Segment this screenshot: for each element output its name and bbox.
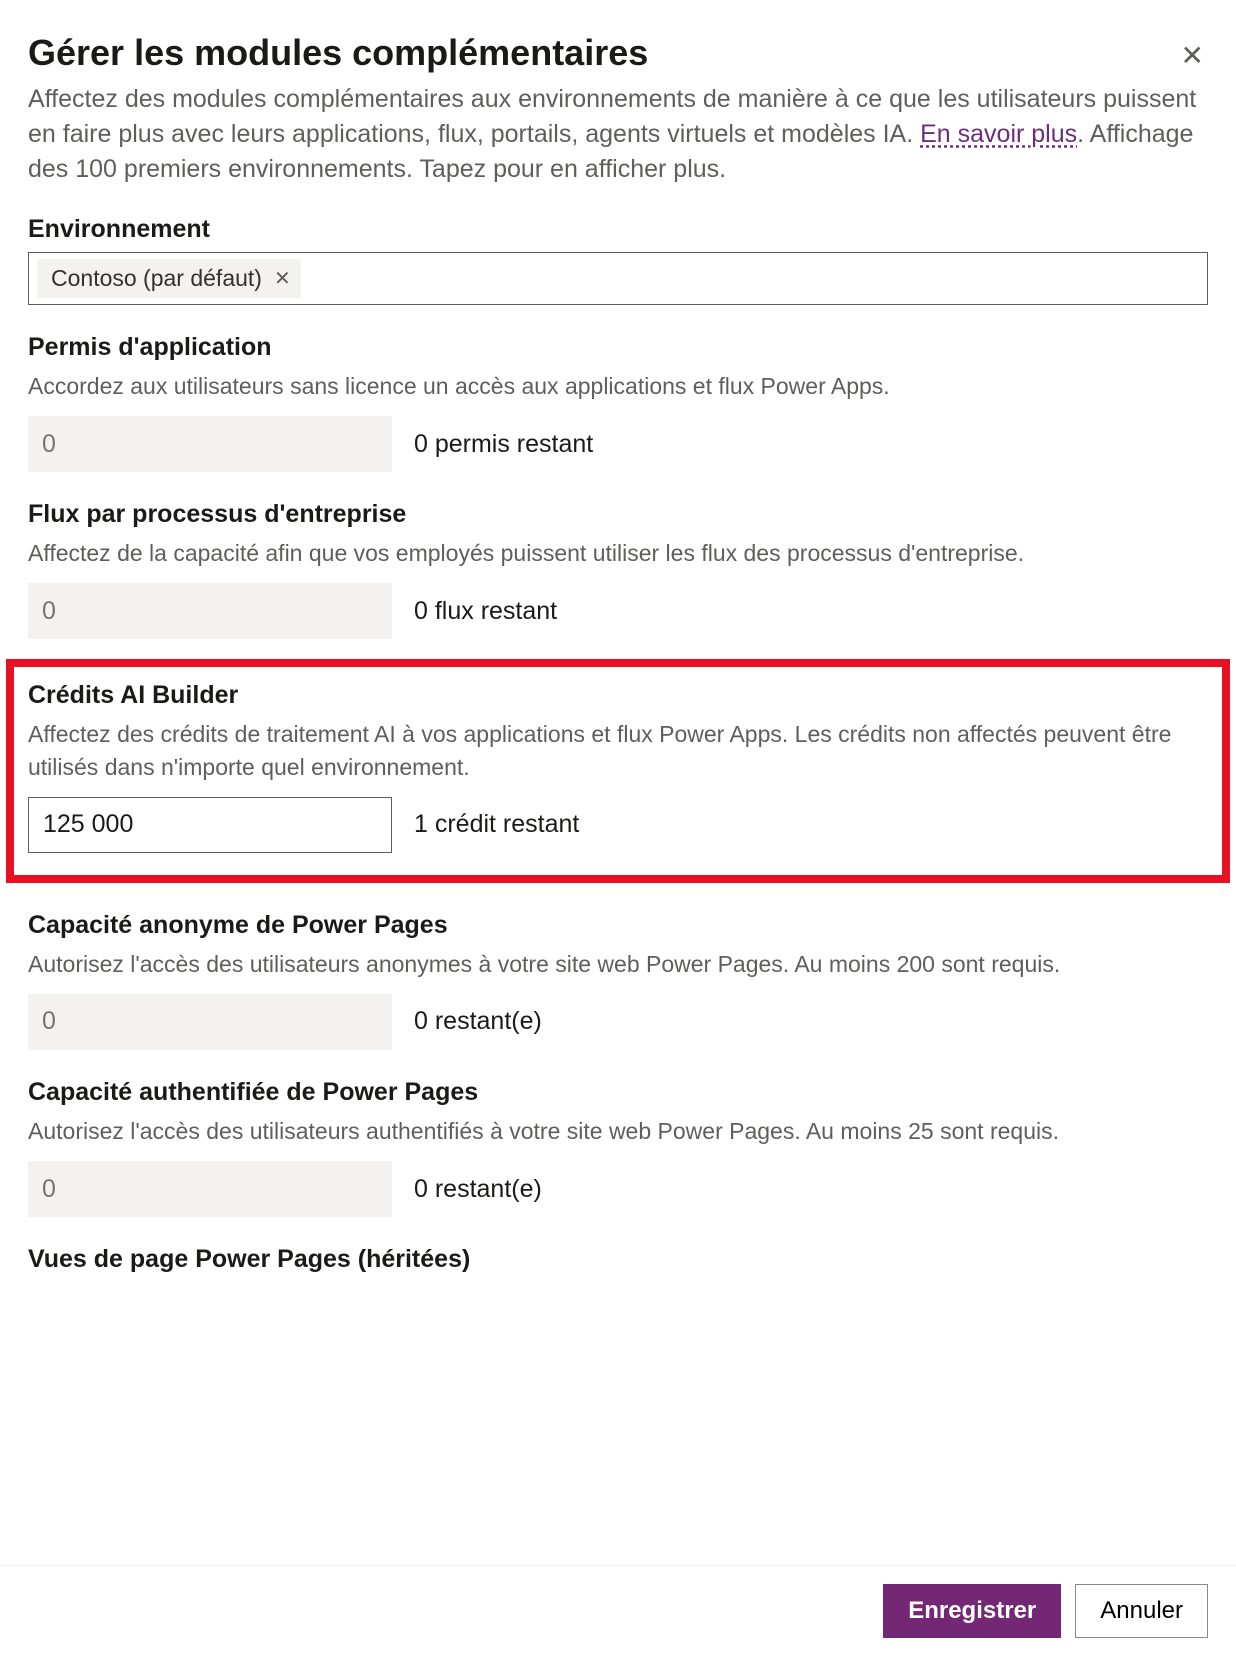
close-button[interactable]: ✕ — [1177, 38, 1208, 74]
field-row: 0 restant(e) — [28, 994, 1208, 1050]
environment-chip-label: Contoso (par défaut) — [51, 265, 262, 292]
addon-section: Permis d'application Accordez aux utilisa… — [28, 333, 1208, 472]
allocation-input — [28, 416, 392, 472]
addon-section: Capacité anonyme de Power Pages Autorisez… — [28, 911, 1208, 1050]
allocation-input — [28, 994, 392, 1050]
remaining-label: 0 restant(e) — [414, 1007, 542, 1036]
allocation-input — [28, 1161, 392, 1217]
section-description: Affectez de la capacité afin que vos emp… — [28, 537, 1208, 569]
field-row: 0 flux restant — [28, 583, 1208, 639]
cancel-button[interactable]: Annuler — [1075, 1584, 1208, 1638]
dialog-title: Gérer les modules complémentaires — [28, 32, 648, 74]
remove-environment-icon[interactable]: ✕ — [274, 269, 291, 289]
addon-section: Crédits AI Builder Affectez des crédits d… — [6, 659, 1230, 882]
section-title: Crédits AI Builder — [28, 681, 1208, 710]
dialog-intro: Affectez des modules complémentaires aux… — [28, 82, 1208, 187]
close-icon: ✕ — [1181, 40, 1204, 71]
allocation-input[interactable] — [28, 797, 392, 853]
addon-section: Capacité authentifiée de Power Pages Auto… — [28, 1078, 1208, 1217]
environment-picker[interactable]: Contoso (par défaut) ✕ — [28, 252, 1208, 305]
learn-more-link[interactable]: En savoir plus — [920, 120, 1077, 148]
section-description: Autorisez l'accès des utilisateurs authe… — [28, 1115, 1208, 1147]
allocation-input — [28, 583, 392, 639]
section-title: Vues de page Power Pages (héritées) — [28, 1245, 1208, 1274]
section-description: Autorisez l'accès des utilisateurs anony… — [28, 948, 1208, 980]
field-row: 0 permis restant — [28, 416, 1208, 472]
field-row: 0 restant(e) — [28, 1161, 1208, 1217]
section-description: Affectez des crédits de traitement AI à … — [28, 718, 1208, 782]
remaining-label: 0 flux restant — [414, 597, 557, 626]
dialog-footer: Enregistrer Annuler — [0, 1565, 1236, 1656]
section-title: Capacité anonyme de Power Pages — [28, 911, 1208, 940]
section-title: Capacité authentifiée de Power Pages — [28, 1078, 1208, 1107]
remaining-label: 0 permis restant — [414, 430, 593, 459]
environment-label: Environnement — [28, 215, 1208, 244]
section-description: Accordez aux utilisateurs sans licence u… — [28, 370, 1208, 402]
section-title: Flux par processus d'entreprise — [28, 500, 1208, 529]
addon-section: Vues de page Power Pages (héritées) — [28, 1245, 1208, 1274]
environment-chip: Contoso (par défaut) ✕ — [37, 259, 301, 298]
remaining-label: 0 restant(e) — [414, 1175, 542, 1204]
save-button[interactable]: Enregistrer — [883, 1584, 1061, 1638]
field-row: 1 crédit restant — [28, 797, 1208, 853]
section-title: Permis d'application — [28, 333, 1208, 362]
remaining-label: 1 crédit restant — [414, 810, 579, 839]
addon-section: Flux par processus d'entreprise Affectez … — [28, 500, 1208, 639]
